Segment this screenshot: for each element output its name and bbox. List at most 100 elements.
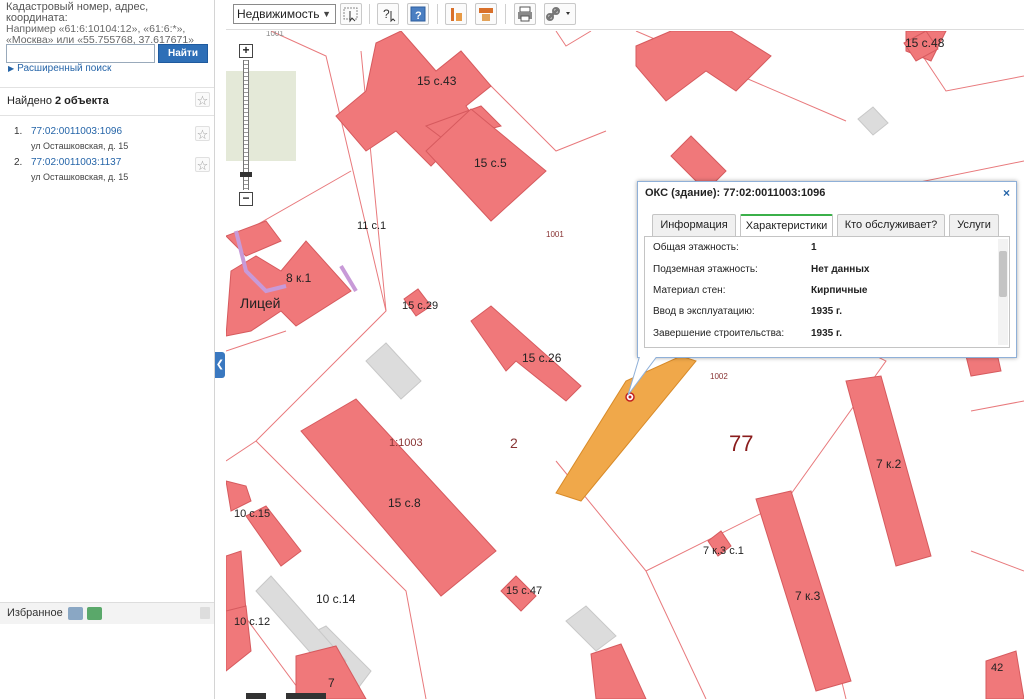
find-button[interactable]: Найти xyxy=(158,44,208,63)
map-label: 7 к.3 xyxy=(795,589,821,603)
zoom-control[interactable]: + − xyxy=(239,44,253,207)
map-label: 11 с.1 xyxy=(357,220,386,232)
result-address: ул Осташковская, д. 15 xyxy=(31,172,129,182)
result-cadastral-link[interactable]: 77:02:0011003:1137 xyxy=(31,157,121,168)
map-label: 15 с.48 xyxy=(905,36,945,50)
toolbar-separator xyxy=(437,4,438,24)
identify-button[interactable]: ? xyxy=(377,3,399,25)
map-label: 15 с.29 xyxy=(402,300,438,312)
map-label: 77 xyxy=(729,431,753,456)
cursor-help-icon xyxy=(343,7,358,23)
map-label: 1:1003 xyxy=(389,437,423,449)
popup-scrollbar[interactable] xyxy=(998,239,1008,345)
map-label: 7 xyxy=(328,676,335,690)
advanced-search-link[interactable]: ▶ Расширенный поиск xyxy=(8,63,111,74)
favorites-label: Избранное xyxy=(7,607,63,619)
advanced-search-label: Расширенный поиск xyxy=(17,63,112,74)
layer-select[interactable]: Недвижимость ▼ xyxy=(233,4,336,24)
ruler-icon xyxy=(451,8,462,21)
sidebar: Кадастровый номер, адрес, координата: На… xyxy=(0,0,215,699)
characteristic-value: 1935 г. xyxy=(811,306,842,317)
map-label: 15 с.5 xyxy=(474,156,507,170)
tab-who-serves[interactable]: Кто обслуживает? xyxy=(837,214,945,236)
result-number: 1. xyxy=(14,126,23,137)
star-icon[interactable]: ☆ xyxy=(195,126,210,142)
search-input[interactable] xyxy=(6,44,155,63)
search-hint: Кадастровый номер, адрес, координата: На… xyxy=(6,2,212,46)
help-icon: ? xyxy=(410,6,426,22)
result-address: ул Осташковская, д. 15 xyxy=(31,141,129,151)
popup-title: ОКС (здание): 77:02:0011003:1096 xyxy=(645,187,826,199)
svg-text:?: ? xyxy=(383,7,390,21)
map-label: 8 к.1 xyxy=(286,271,312,285)
map-label: 15 с.8 xyxy=(388,496,421,510)
tab-services[interactable]: Услуги xyxy=(949,214,999,236)
map-label: 10 с.12 xyxy=(234,616,270,628)
help-button[interactable]: ? xyxy=(407,3,429,25)
results-count-prefix: Найдено xyxy=(7,95,52,107)
close-icon[interactable]: × xyxy=(1003,186,1010,200)
map-label: Лицей xyxy=(240,295,280,311)
characteristic-label: Общая этажность: xyxy=(653,242,739,253)
map-label: 42 xyxy=(991,662,1003,674)
characteristic-value: Нет данных xyxy=(811,264,870,275)
map-label: 15 с.47 xyxy=(506,585,542,597)
map-label: 7 к.3 с.1 xyxy=(703,545,744,557)
favorites-import-icon[interactable] xyxy=(68,607,83,620)
object-info-popup: ОКС (здание): 77:02:0011003:1096 × Инфор… xyxy=(637,181,1017,358)
scale-bar-segment xyxy=(266,693,286,699)
zoom-slider-thumb[interactable] xyxy=(240,172,252,177)
divider xyxy=(0,115,214,116)
layers-button[interactable] xyxy=(475,3,497,25)
characteristic-value: Кирпичные xyxy=(811,285,868,296)
map-label: 1001 xyxy=(266,31,284,38)
map-label: 2 xyxy=(510,435,518,451)
characteristic-label: Завершение строительства: xyxy=(653,328,785,339)
favorites-bar: Избранное xyxy=(0,602,214,624)
map-label: 10 с.15 xyxy=(234,508,270,520)
print-button[interactable] xyxy=(514,3,536,25)
star-icon[interactable]: ☆ xyxy=(195,92,210,108)
measure-button[interactable] xyxy=(445,3,467,25)
layer-select-value: Недвижимость xyxy=(237,7,320,21)
popup-scrollbar-thumb[interactable] xyxy=(999,251,1007,297)
map-label: 7 к.2 xyxy=(876,457,902,471)
trash-icon[interactable] xyxy=(200,607,210,619)
result-item[interactable]: 1. 77:02:0011003:1096 ул Осташковская, д… xyxy=(0,126,214,160)
zoom-slider-track[interactable] xyxy=(243,60,249,190)
zoom-out-button[interactable]: − xyxy=(239,192,253,206)
map-label: 15 с.43 xyxy=(417,74,457,88)
characteristics-panel: Общая этажность: 1 Подземная этажность: … xyxy=(644,236,1010,348)
map-label: 10 с.14 xyxy=(316,592,356,606)
favorites-export-icon[interactable] xyxy=(87,607,102,620)
result-item[interactable]: 2. 77:02:0011003:1137 ул Осташковская, д… xyxy=(0,157,214,191)
characteristic-value: 1 xyxy=(811,242,817,253)
chevron-down-icon: ▼ xyxy=(322,9,331,19)
star-icon[interactable]: ☆ xyxy=(195,157,210,173)
link-icon xyxy=(546,7,570,21)
triangle-right-icon: ▶ xyxy=(8,64,15,73)
map-toolbar: Недвижимость ▼ ? ? xyxy=(226,0,1024,30)
characteristic-label: Подземная этажность: xyxy=(653,264,758,275)
result-cadastral-link[interactable]: 77:02:0011003:1096 xyxy=(31,126,122,137)
select-pointer-button[interactable] xyxy=(340,3,362,25)
identify-icon: ? xyxy=(383,7,396,23)
results-count-value: 2 объекта xyxy=(55,95,109,107)
printer-icon xyxy=(518,6,532,22)
tab-characteristics[interactable]: Характеристики xyxy=(740,214,833,237)
search-hint-line1: Кадастровый номер, адрес, координата: xyxy=(6,1,149,24)
zoom-in-button[interactable]: + xyxy=(239,44,253,58)
result-number: 2. xyxy=(14,157,23,168)
results-count: Найдено 2 объекта xyxy=(7,95,109,107)
characteristic-value: 1935 г. xyxy=(811,328,842,339)
svg-text:?: ? xyxy=(415,10,422,22)
collapse-sidebar-handle[interactable]: ❮ xyxy=(215,352,225,378)
popup-pointer xyxy=(627,355,660,396)
link-button[interactable] xyxy=(544,3,576,25)
tab-information[interactable]: Информация xyxy=(652,214,736,236)
characteristic-label: Ввод в эксплуатацию: xyxy=(653,306,755,317)
layers-icon xyxy=(479,8,493,21)
map-label: 1001 xyxy=(546,230,564,239)
toolbar-separator xyxy=(505,4,506,24)
toolbar-separator xyxy=(369,4,370,24)
